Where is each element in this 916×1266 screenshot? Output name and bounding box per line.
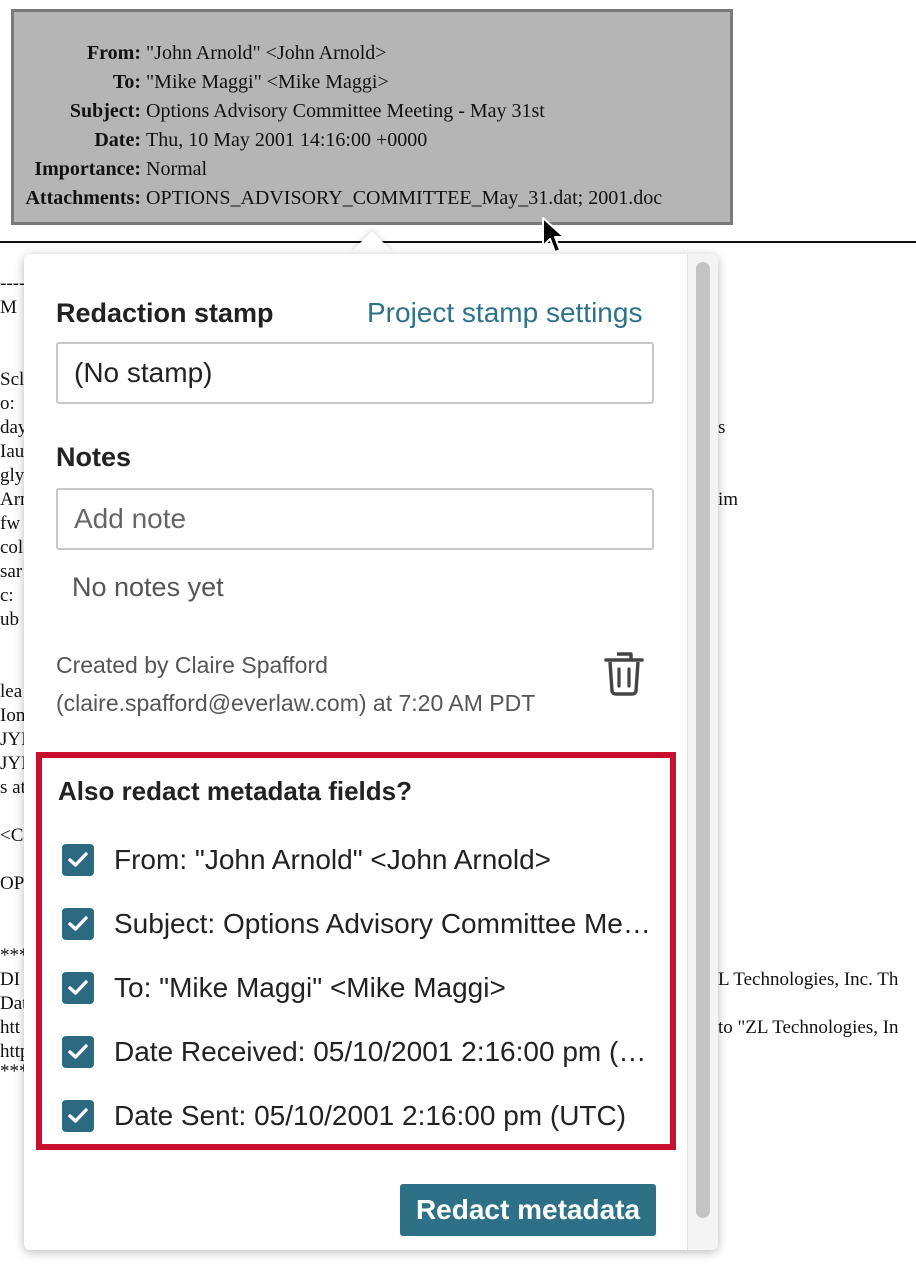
- email-header: From: "John Arnold" <John Arnold> To: "M…: [11, 9, 733, 225]
- doc-fragment: fw: [0, 513, 21, 534]
- redact-metadata-button[interactable]: Redact metadata: [400, 1184, 656, 1236]
- trash-icon[interactable]: [604, 650, 644, 696]
- checkbox-checked[interactable]: [62, 908, 94, 940]
- metadata-field-label: Date Sent: 05/10/2001 2:16:00 pm (UTC): [114, 1100, 627, 1131]
- metadata-field-label: From: "John Arnold" <John Arnold>: [114, 844, 552, 875]
- popup-scrollbar[interactable]: [687, 254, 718, 1250]
- header-label: Importance:: [34, 158, 141, 180]
- doc-fragment: gly: [0, 465, 25, 486]
- doc-fragment: im: [718, 489, 739, 510]
- no-notes-text: No notes yet: [72, 572, 224, 602]
- header-value: "Mike Maggi" <Mike Maggi>: [146, 71, 389, 93]
- header-label: Subject:: [69, 100, 141, 122]
- mouse-cursor-icon: [542, 217, 565, 253]
- created-by-line: Created by Claire Spafford: [56, 652, 328, 678]
- document-divider: [0, 241, 916, 243]
- checkbox-checked[interactable]: [62, 972, 94, 1004]
- metadata-field-label: Subject: Options Advisory Committee Meet…: [114, 908, 654, 939]
- email-header-subject: Subject: Options Advisory Committee Meet…: [14, 97, 730, 126]
- checkbox-checked[interactable]: [62, 1100, 94, 1132]
- header-label: Date:: [94, 129, 141, 151]
- checkbox-checked[interactable]: [62, 1036, 94, 1068]
- redaction-stamp-title: Redaction stamp: [56, 298, 274, 328]
- metadata-redaction-box: Also redact metadata fields? From: "John…: [36, 752, 676, 1150]
- doc-fragment: Iau: [0, 441, 25, 462]
- created-by-info: Created by Claire Spafford (claire.spaff…: [56, 646, 535, 722]
- metadata-field-from[interactable]: From: "John Arnold" <John Arnold>: [62, 842, 662, 878]
- checkmark-icon: [68, 980, 88, 995]
- doc-fragment: c:: [0, 585, 14, 606]
- doc-fragment: M: [0, 297, 17, 318]
- email-header-date: Date: Thu, 10 May 2001 14:16:00 +0000: [14, 126, 730, 155]
- metadata-field-date-received[interactable]: Date Received: 05/10/2001 2:16:00 pm (UT…: [62, 1034, 662, 1070]
- stamp-select[interactable]: (No stamp): [56, 342, 654, 404]
- header-label: Attachments:: [25, 187, 141, 209]
- doc-fragment: DI: [0, 969, 21, 990]
- email-header-attachments: Attachments: OPTIONS_ADVISORY_COMMITTEE_…: [14, 184, 730, 213]
- email-header-from: From: "John Arnold" <John Arnold>: [14, 39, 730, 68]
- doc-fragment: s: [718, 417, 726, 438]
- redaction-popup: Redaction stamp Project stamp settings (…: [24, 254, 718, 1250]
- doc-fragment: Ion: [0, 705, 26, 726]
- header-label: From:: [86, 42, 141, 64]
- header-value: OPTIONS_ADVISORY_COMMITTEE_May_31.dat; 2…: [146, 187, 663, 209]
- checkbox-checked[interactable]: [62, 844, 94, 876]
- doc-fragment: s at: [0, 777, 26, 798]
- metadata-field-to[interactable]: To: "Mike Maggi" <Mike Maggi>: [62, 970, 662, 1006]
- metadata-field-label: To: "Mike Maggi" <Mike Maggi>: [114, 972, 506, 1003]
- metadata-field-subject[interactable]: Subject: Options Advisory Committee Meet…: [62, 906, 662, 942]
- doc-fragment: o:: [0, 393, 15, 414]
- doc-fragment: Scl: [0, 369, 25, 390]
- doc-fragment: ----: [0, 273, 26, 294]
- doc-fragment: col: [0, 537, 24, 558]
- metadata-field-label: Date Received: 05/10/2001 2:16:00 pm (UT…: [114, 1036, 654, 1067]
- checkmark-icon: [68, 1108, 88, 1123]
- metadata-field-date-sent[interactable]: Date Sent: 05/10/2001 2:16:00 pm (UTC): [62, 1098, 662, 1134]
- created-by-email-time: (claire.spafford@everlaw.com) at 7:20 AM…: [56, 690, 536, 716]
- metadata-title: Also redact metadata fields?: [58, 776, 412, 806]
- doc-fragment: L Technologies, Inc. Th: [718, 969, 899, 990]
- add-note-input[interactable]: [56, 488, 654, 550]
- doc-fragment: htt: [0, 1017, 21, 1038]
- doc-fragment: lea: [0, 681, 23, 702]
- project-stamp-settings-link[interactable]: Project stamp settings: [367, 297, 642, 329]
- header-value: Options Advisory Committee Meeting - May…: [146, 100, 545, 122]
- popup-pointer-cover: [340, 254, 400, 270]
- header-value: Normal: [146, 158, 208, 180]
- email-header-to: To: "Mike Maggi" <Mike Maggi>: [14, 68, 730, 97]
- email-header-importance: Importance: Normal: [14, 155, 730, 184]
- checkmark-icon: [68, 852, 88, 867]
- doc-fragment: sar: [0, 561, 23, 582]
- checkmark-icon: [68, 1044, 88, 1059]
- header-label: To:: [112, 71, 141, 93]
- doc-fragment: ub: [0, 609, 19, 630]
- doc-fragment: OP: [0, 873, 25, 894]
- doc-fragment: <C: [0, 825, 24, 846]
- notes-title: Notes: [56, 442, 132, 472]
- header-value: Thu, 10 May 2001 14:16:00 +0000: [146, 129, 428, 151]
- header-value: "John Arnold" <John Arnold>: [146, 42, 387, 64]
- doc-fragment: to "ZL Technologies, In: [718, 1017, 899, 1038]
- checkmark-icon: [68, 916, 88, 931]
- scrollbar-thumb[interactable]: [696, 262, 710, 1218]
